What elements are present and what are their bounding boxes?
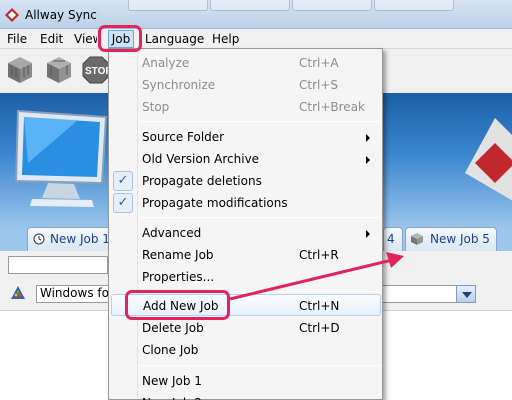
menu-item-shortcut: Ctrl+S (299, 78, 339, 92)
menu-item-delete-job[interactable]: Delete Job Ctrl+D (111, 317, 381, 339)
title-bar: Allway Sync (0, 0, 512, 29)
left-folder-input[interactable] (8, 256, 108, 274)
tab-label: New Job 5 (430, 232, 490, 246)
tab-label: 4 (387, 232, 395, 246)
menu-item-label: Delete Job (142, 321, 204, 335)
menu-view[interactable]: View (74, 32, 97, 46)
submenu-arrow-icon (366, 156, 370, 164)
menu-item-label: New Job 2 (142, 392, 202, 400)
menu-item-shortcut: Ctrl+A (299, 56, 339, 70)
menu-help[interactable]: Help (212, 32, 239, 46)
submenu-arrow-icon (366, 134, 370, 142)
stop-icon[interactable]: STOP (82, 56, 110, 84)
menu-item-label: Propagate modifications (142, 196, 288, 210)
tab-new-job-4[interactable]: 4 (383, 227, 403, 251)
job-menu-dropdown: Analyze Ctrl+A Synchronize Ctrl+S Stop C… (108, 48, 383, 400)
menu-separator (139, 121, 381, 122)
menu-language[interactable]: Language (145, 32, 204, 46)
tab-new-job-5[interactable]: New Job 5 (405, 227, 497, 251)
stop-icon-label: STOP (85, 66, 110, 77)
menu-item-propagate-deletions[interactable]: ✓ Propagate deletions (111, 170, 381, 192)
menu-item-rename-job[interactable]: Rename Job Ctrl+R (111, 244, 381, 266)
menu-bar: File Edit View Language Help (0, 29, 512, 49)
menu-item-new-job-1[interactable]: New Job 1 (111, 370, 381, 392)
menu-item-stop[interactable]: Stop Ctrl+Break (111, 96, 381, 118)
synchronize-cube-icon[interactable] (45, 55, 73, 85)
menu-separator (139, 365, 381, 366)
menu-file[interactable]: File (7, 32, 27, 46)
menu-item-shortcut: Ctrl+Break (299, 100, 365, 114)
menu-item-propagate-modifications[interactable]: ✓ Propagate modifications (111, 192, 381, 214)
tab-new-job-1[interactable]: New Job 1 (27, 227, 111, 251)
background-tab (374, 0, 454, 11)
menu-item-label: Advanced (142, 226, 202, 240)
menu-item-label: Stop (142, 100, 170, 114)
menu-item-shortcut: Ctrl+N (299, 299, 340, 313)
background-tab (128, 0, 208, 11)
monitor-icon (14, 109, 108, 207)
window-title: Allway Sync (25, 8, 97, 22)
menu-separator (139, 217, 381, 218)
cube-icon (411, 233, 423, 245)
background-tab (210, 0, 290, 11)
menu-item-synchronize[interactable]: Synchronize Ctrl+S (111, 74, 381, 96)
menu-item-label: Analyze (142, 56, 190, 70)
menu-item-clone-job[interactable]: Clone Job (111, 339, 381, 361)
right-folder-value: Windows fo (40, 286, 109, 300)
menu-item-label: Old Version Archive (142, 152, 260, 166)
menu-item-label: Source Folder (142, 130, 225, 144)
checkmark-icon: ✓ (113, 171, 133, 191)
menu-item-label: Properties... (142, 270, 215, 284)
menu-item-old-version-archive[interactable]: Old Version Archive (111, 148, 381, 170)
clock-icon (33, 233, 45, 245)
menu-item-label: Propagate deletions (142, 174, 262, 188)
background-tab (292, 0, 372, 11)
submenu-arrow-icon (366, 230, 370, 238)
menu-item-shortcut: Ctrl+R (299, 248, 339, 262)
menu-item-analyze[interactable]: Analyze Ctrl+A (111, 52, 381, 74)
windows-folder-type-icon[interactable] (10, 285, 26, 301)
annotation-highlight-job-menu (98, 25, 142, 52)
menu-item-label: New Job 1 (142, 374, 202, 388)
menu-item-properties[interactable]: Properties... (111, 266, 381, 288)
tab-label: New Job 1 (50, 232, 110, 246)
banner-logo-icon (465, 118, 512, 201)
allway-sync-logo-icon (5, 8, 19, 22)
menu-item-advanced[interactable]: Advanced (111, 222, 381, 244)
menu-item-source-folder[interactable]: Source Folder (111, 126, 381, 148)
menu-item-shortcut: Ctrl+D (299, 321, 340, 335)
menu-item-label: Rename Job (142, 248, 214, 262)
analyze-cube-icon[interactable] (6, 55, 34, 85)
menu-edit[interactable]: Edit (40, 32, 63, 46)
checkmark-icon: ✓ (113, 193, 133, 213)
annotation-highlight-add-new-job (125, 290, 230, 320)
menu-item-label: Clone Job (142, 343, 199, 357)
menu-item-label: Synchronize (142, 78, 216, 92)
menu-item-new-job-2[interactable]: New Job 2 (111, 392, 381, 400)
chevron-down-icon[interactable] (456, 285, 476, 303)
